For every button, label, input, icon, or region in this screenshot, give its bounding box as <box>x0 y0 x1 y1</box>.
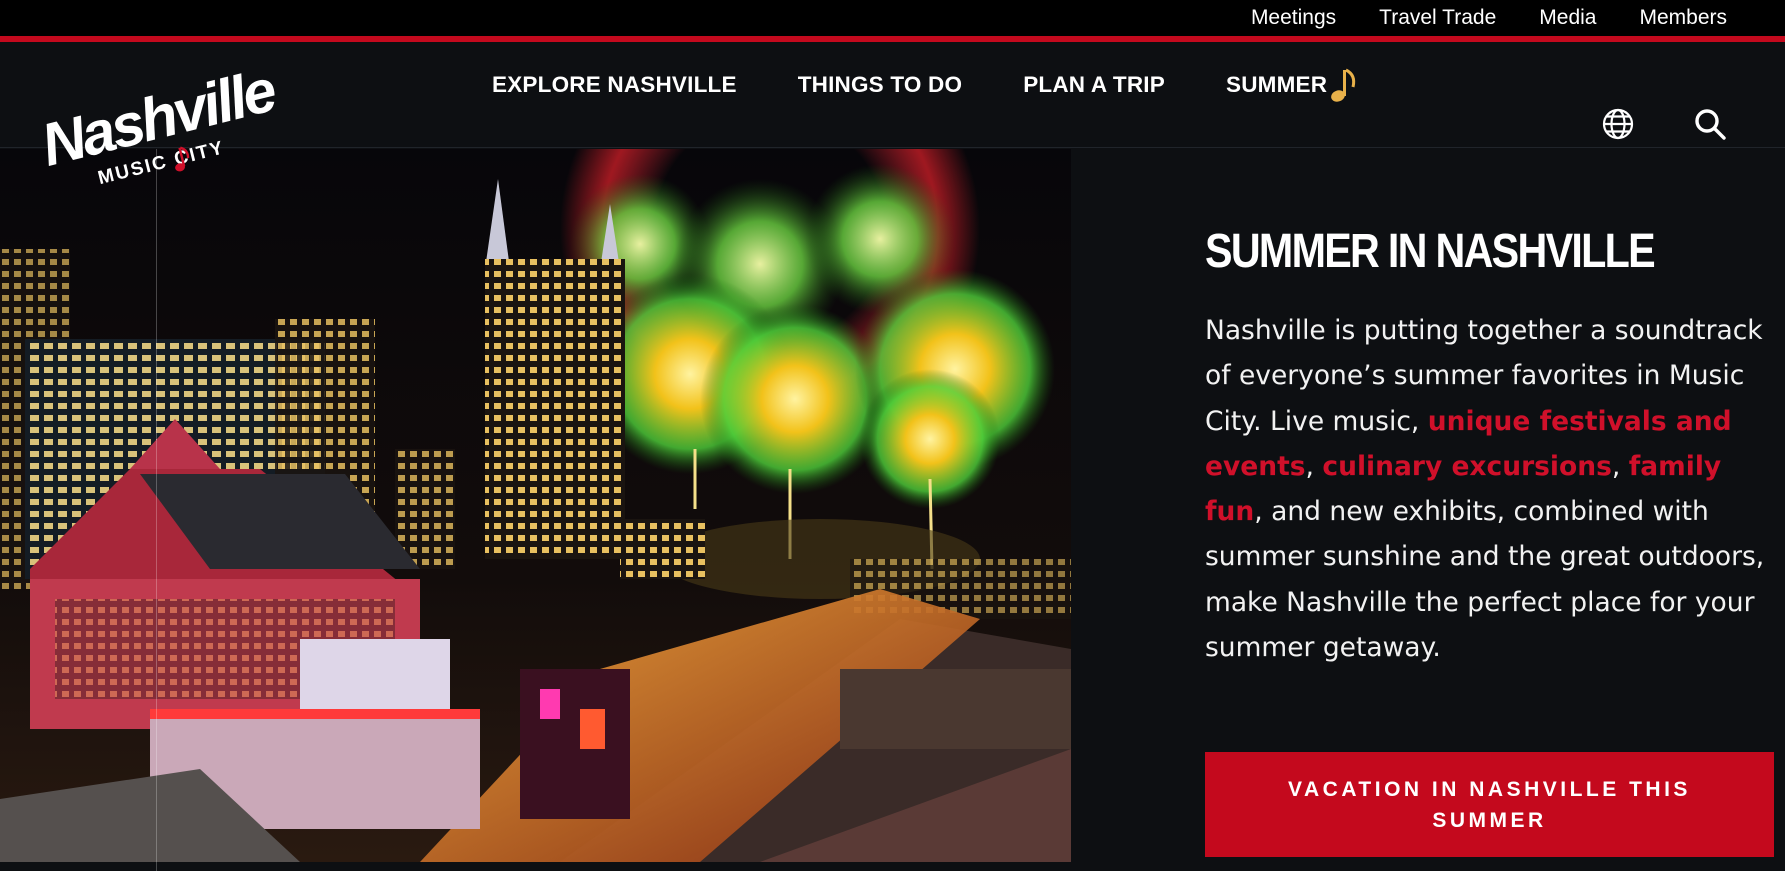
primary-nav: EXPLORE NASHVILLE THINGS TO DO PLAN A TR… <box>492 42 1359 128</box>
nav-summer-label: SUMMER <box>1225 72 1328 97</box>
utility-link-meetings[interactable]: Meetings <box>1251 6 1336 30</box>
hero-body: Nashville is putting together a soundtra… <box>1205 308 1765 670</box>
hero-guide-line <box>156 149 157 871</box>
globe-icon[interactable] <box>1601 107 1635 141</box>
hero-title: SUMMER IN NASHVILLE <box>1205 225 1656 278</box>
hero-body-separator: , <box>1305 450 1323 482</box>
nav-things-to-do-label: THINGS TO DO <box>797 72 963 97</box>
nav-things-to-do[interactable]: THINGS TO DO <box>798 72 963 98</box>
header-utility-icons <box>1601 106 1727 142</box>
search-icon[interactable] <box>1693 107 1727 141</box>
hero-image <box>0 149 1071 862</box>
utility-link-media[interactable]: Media <box>1539 6 1596 30</box>
nav-explore-nashville-label: EXPLORE NASHVILLE <box>492 72 737 97</box>
nav-explore-nashville[interactable]: EXPLORE NASHVILLE <box>492 72 737 98</box>
nav-plan-a-trip[interactable]: PLAN A TRIP <box>1023 72 1165 98</box>
hero-copy: SUMMER IN NASHVILLE Nashville is putting… <box>1205 222 1765 670</box>
nav-plan-a-trip-label: PLAN A TRIP <box>1023 72 1165 97</box>
nashville-music-city-logo[interactable]: Nashville MUSIC CITY <box>34 56 284 190</box>
nav-summer[interactable]: SUMMER <box>1226 66 1359 104</box>
utility-nav: Meetings Travel Trade Media Members <box>1251 0 1727 36</box>
hero-body-outro: , and new exhibits, combined with summer… <box>1205 496 1765 664</box>
logo-graphic: Nashville MUSIC CITY <box>35 56 282 189</box>
vacation-in-nashville-button[interactable]: VACATION IN NASHVILLE THIS SUMMER <box>1205 752 1774 857</box>
utility-bar: Meetings Travel Trade Media Members <box>0 0 1785 42</box>
hero-body-separator: , <box>1611 450 1629 482</box>
utility-link-travel-trade[interactable]: Travel Trade <box>1379 6 1496 30</box>
music-note-icon <box>1329 66 1359 104</box>
link-culinary-excursions[interactable]: culinary excursions <box>1322 451 1611 482</box>
hero-image-illustration <box>0 149 1071 862</box>
utility-link-members[interactable]: Members <box>1639 6 1727 30</box>
